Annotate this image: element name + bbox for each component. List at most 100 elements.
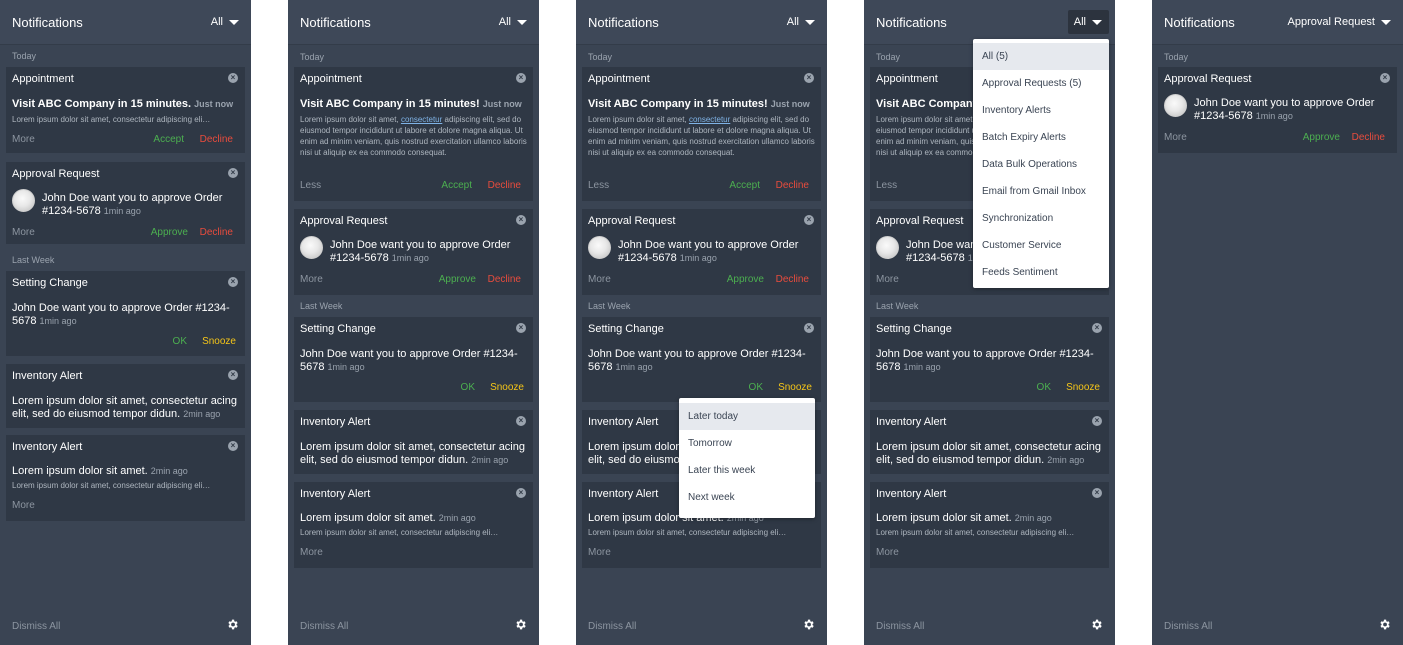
close-icon[interactable]: ×: [1380, 73, 1390, 83]
dismiss-all-button[interactable]: Dismiss All: [300, 621, 348, 632]
close-icon[interactable]: ×: [1092, 323, 1102, 333]
snooze-button[interactable]: Snooze: [490, 382, 524, 393]
decline-button[interactable]: Decline: [776, 274, 809, 285]
more-link[interactable]: More: [12, 227, 35, 238]
approve-button[interactable]: Approve: [1303, 132, 1340, 143]
more-link[interactable]: More: [588, 547, 611, 558]
decline-button[interactable]: Decline: [488, 180, 521, 191]
close-icon[interactable]: ×: [1092, 488, 1102, 498]
close-icon[interactable]: ×: [228, 73, 238, 83]
close-icon[interactable]: ×: [516, 73, 526, 83]
more-link[interactable]: More: [588, 274, 611, 285]
close-icon[interactable]: ×: [804, 73, 814, 83]
appointment-body: Lorem ipsum dolor sit amet, consectetur …: [300, 114, 527, 172]
inventory-alert-card: Inventory Alert × Lorem ipsum dolor sit am…: [870, 482, 1109, 568]
filter-dropdown[interactable]: Approval Request: [1288, 16, 1391, 28]
decline-button[interactable]: Decline: [1352, 132, 1385, 143]
avatar: [588, 236, 611, 259]
filter-option[interactable]: Customer Service: [973, 232, 1109, 259]
close-icon[interactable]: ×: [804, 215, 814, 225]
dismiss-all-button[interactable]: Dismiss All: [588, 621, 636, 632]
avatar: [876, 236, 899, 259]
dismiss-all-button[interactable]: Dismiss All: [12, 621, 60, 632]
appointment-card: Appointment × Visit ABC Company in 15 minu…: [582, 67, 821, 201]
filter-dropdown[interactable]: All: [499, 16, 527, 28]
snooze-button[interactable]: Snooze: [778, 382, 812, 393]
more-link[interactable]: More: [12, 500, 35, 511]
more-link[interactable]: More: [300, 547, 323, 558]
accept-button[interactable]: Accept: [441, 180, 472, 191]
accept-button[interactable]: Accept: [729, 180, 760, 191]
filter-dropdown[interactable]: All: [1067, 10, 1109, 34]
decline-button[interactable]: Decline: [200, 134, 233, 145]
ok-button[interactable]: OK: [461, 382, 475, 393]
more-link[interactable]: Less: [300, 180, 321, 191]
close-icon[interactable]: ×: [228, 441, 238, 451]
close-icon[interactable]: ×: [516, 323, 526, 333]
filter-option[interactable]: Batch Expiry Alerts: [973, 124, 1109, 151]
filter-dropdown[interactable]: All: [211, 16, 239, 28]
snooze-option[interactable]: Later today: [679, 403, 815, 430]
accept-button[interactable]: Accept: [153, 134, 184, 145]
close-icon[interactable]: ×: [228, 168, 238, 178]
more-link[interactable]: More: [876, 547, 899, 558]
filter-option[interactable]: Data Bulk Operations: [973, 151, 1109, 178]
more-link[interactable]: More: [12, 134, 35, 145]
filter-option[interactable]: Feeds Sentiment: [973, 259, 1109, 286]
filter-dropdown[interactable]: All: [787, 16, 815, 28]
close-icon[interactable]: ×: [516, 488, 526, 498]
inventory-sub: Lorem ipsum dolor sit amet, consectetur …: [588, 528, 787, 537]
close-icon[interactable]: ×: [228, 370, 238, 380]
decline-button[interactable]: Decline: [488, 274, 521, 285]
gear-icon[interactable]: [1090, 618, 1103, 631]
gear-icon[interactable]: [226, 618, 239, 631]
more-link[interactable]: More: [876, 274, 899, 285]
snooze-button[interactable]: Snooze: [1066, 382, 1100, 393]
close-icon[interactable]: ×: [516, 416, 526, 426]
time-ago: Just now: [194, 99, 234, 109]
close-icon[interactable]: ×: [1092, 416, 1102, 426]
filter-option[interactable]: Synchronization: [973, 205, 1109, 232]
ok-button[interactable]: OK: [1037, 382, 1051, 393]
card-title: Inventory Alert: [12, 370, 83, 382]
snooze-option[interactable]: Tomorrow: [679, 430, 815, 457]
snooze-option[interactable]: Next week: [679, 484, 815, 511]
body-text: Lorem ipsum dolor sit amet,: [588, 115, 689, 124]
snooze-button[interactable]: Snooze: [202, 336, 236, 347]
filter-option[interactable]: All (5): [973, 43, 1109, 70]
more-link[interactable]: Less: [588, 180, 609, 191]
snooze-option[interactable]: Later this week: [679, 457, 815, 484]
more-link[interactable]: More: [1164, 132, 1187, 143]
approval-card: Approval Request × John Doe want you to ap…: [582, 209, 821, 295]
approve-button[interactable]: Approve: [727, 274, 764, 285]
dismiss-all-button[interactable]: Dismiss All: [1164, 621, 1212, 632]
approve-button[interactable]: Approve: [151, 227, 188, 238]
approve-button[interactable]: Approve: [439, 274, 476, 285]
gear-icon[interactable]: [514, 618, 527, 631]
more-link[interactable]: More: [300, 274, 323, 285]
dismiss-all-button[interactable]: Dismiss All: [876, 621, 924, 632]
filter-option[interactable]: Approval Requests (5): [973, 70, 1109, 97]
decline-button[interactable]: Decline: [776, 180, 809, 191]
ok-button[interactable]: OK: [173, 336, 187, 347]
approval-text: John Doe want you to approve Order #1234…: [618, 239, 815, 265]
gear-icon[interactable]: [802, 618, 815, 631]
ok-button[interactable]: OK: [749, 382, 763, 393]
caret-down-icon: [805, 19, 815, 25]
close-icon[interactable]: ×: [516, 215, 526, 225]
setting-text: John Doe want you to approve Order #1234…: [876, 348, 1103, 374]
setting-change-card: Setting Change × John Doe want you to appr…: [582, 317, 821, 402]
decline-button[interactable]: Decline: [200, 227, 233, 238]
body-link[interactable]: consectetur: [401, 115, 442, 124]
close-icon[interactable]: ×: [228, 277, 238, 287]
filter-label: All: [1073, 16, 1086, 28]
notification-panel: Notifications All TodayAppointment×Visit…: [864, 0, 1115, 645]
filter-option[interactable]: Inventory Alerts: [973, 97, 1109, 124]
close-icon[interactable]: ×: [804, 323, 814, 333]
gear-icon[interactable]: [1378, 618, 1391, 631]
body-link[interactable]: consectetur: [689, 115, 730, 124]
more-link[interactable]: Less: [876, 180, 897, 191]
snooze-menu: Later today Tomorrow Later this week Next w…: [679, 398, 815, 518]
time-ago: 1min ago: [39, 316, 77, 326]
filter-option[interactable]: Email from Gmail Inbox: [973, 178, 1109, 205]
